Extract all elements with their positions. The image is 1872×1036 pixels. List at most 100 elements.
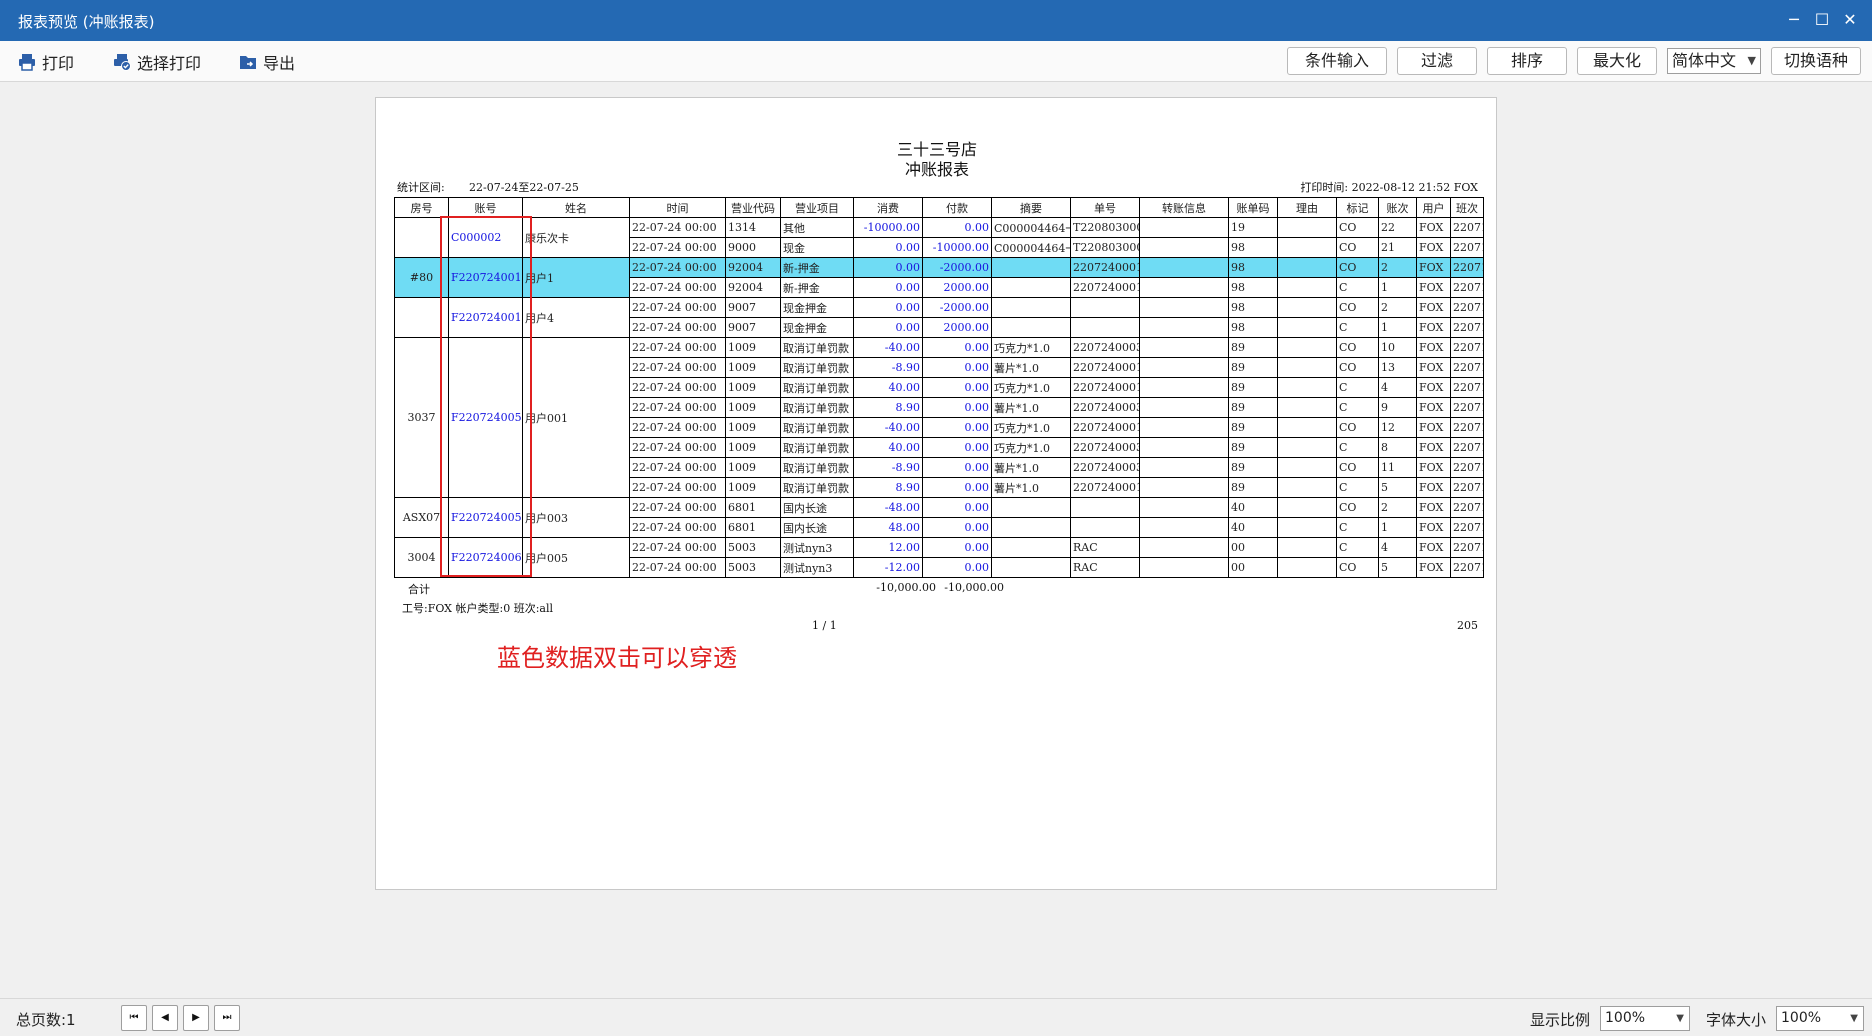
- print-button[interactable]: 打印: [18, 49, 74, 75]
- amount-link[interactable]: 0.00: [922, 397, 992, 418]
- condition-input-button[interactable]: 条件输入: [1287, 47, 1387, 75]
- amount-link[interactable]: 0.00: [922, 497, 992, 518]
- export-button[interactable]: 导出: [239, 49, 295, 75]
- table-cell: 22071: [1450, 497, 1484, 518]
- amount-link[interactable]: 0.00: [922, 377, 992, 398]
- close-icon[interactable]: ✕: [1838, 8, 1862, 32]
- amount-link[interactable]: 8.90: [853, 477, 923, 498]
- table-cell: C: [1336, 537, 1379, 558]
- table-cell: 取消订单罚款: [780, 457, 854, 478]
- amount-link[interactable]: -2000.00: [922, 297, 992, 318]
- amount-link[interactable]: 0.00: [853, 317, 923, 338]
- table-cell: [1070, 517, 1140, 538]
- amount-link[interactable]: 2000.00: [922, 277, 992, 298]
- amount-link[interactable]: 0.00: [922, 217, 992, 238]
- table-row[interactable]: #80 F2207240015 用户1 22-07-24 00:00 92004 新-押金…: [394, 257, 1484, 298]
- filter-button[interactable]: 过滤: [1397, 47, 1477, 75]
- table-cell: 1009: [725, 477, 781, 498]
- amount-link[interactable]: 0.00: [922, 417, 992, 438]
- minimize-icon[interactable]: ─: [1782, 8, 1806, 32]
- amount-link[interactable]: 0.00: [922, 477, 992, 498]
- amount-link[interactable]: 0.00: [922, 357, 992, 378]
- table-cell: [1139, 477, 1229, 498]
- amount-link[interactable]: -10000.00: [922, 237, 992, 258]
- table-cell: [1070, 297, 1140, 318]
- amount-link[interactable]: -40.00: [853, 337, 923, 358]
- table-cell: RAC: [1070, 557, 1140, 578]
- amount-link[interactable]: -10000.00: [853, 217, 923, 238]
- table-cell: [1139, 537, 1229, 558]
- next-page-button[interactable]: ▶: [183, 1005, 209, 1031]
- table-cell: 98: [1228, 277, 1278, 298]
- select-print-button[interactable]: 选择打印: [113, 49, 201, 75]
- table-cell: 2207240003: [1070, 437, 1140, 458]
- switch-language-button[interactable]: 切换语种: [1771, 47, 1861, 75]
- amount-link[interactable]: 40.00: [853, 437, 923, 458]
- table-cell: 其他: [780, 217, 854, 238]
- table-cell: [1139, 417, 1229, 438]
- font-size-select[interactable]: 100% ▼: [1776, 1006, 1864, 1031]
- table-cell: CO: [1336, 457, 1379, 478]
- table-cell: C: [1336, 397, 1379, 418]
- table-cell: 22071: [1450, 337, 1484, 358]
- table-cell: [1277, 297, 1337, 318]
- amount-link[interactable]: 0.00: [922, 557, 992, 578]
- window-title: 报表预览 (冲账报表): [18, 13, 155, 31]
- table-row[interactable]: C000002 康乐次卡 22-07-24 00:00 1314 其他 -10000.00…: [394, 217, 1484, 258]
- amount-link[interactable]: -8.90: [853, 357, 923, 378]
- table-cell: [1139, 297, 1229, 318]
- amount-link[interactable]: 48.00: [853, 517, 923, 538]
- amount-link[interactable]: 0.00: [853, 237, 923, 258]
- amount-link[interactable]: -48.00: [853, 497, 923, 518]
- table-cell: 11: [1378, 457, 1417, 478]
- font-size-value: 100%: [1781, 1010, 1822, 1026]
- amount-link[interactable]: 12.00: [853, 537, 923, 558]
- table-cell: [1277, 437, 1337, 458]
- status-bar: 总页数:1 ⏮ ◀ ▶ ⏭ 显示比例 100% ▼ 字体大小 100% ▼: [0, 998, 1872, 1036]
- table-cell: 22071: [1450, 297, 1484, 318]
- sort-button[interactable]: 排序: [1487, 47, 1567, 75]
- prev-page-icon: ◀: [161, 1012, 169, 1023]
- last-page-button[interactable]: ⏭: [214, 1005, 240, 1031]
- amount-link[interactable]: 0.00: [922, 337, 992, 358]
- amount-link[interactable]: 40.00: [853, 377, 923, 398]
- maximize-icon[interactable]: ☐: [1810, 8, 1834, 32]
- amount-link[interactable]: -2000.00: [922, 257, 992, 278]
- table-cell: FOX: [1416, 417, 1451, 438]
- chevron-down-icon: ▼: [1676, 1013, 1684, 1024]
- table-cell: FOX: [1416, 317, 1451, 338]
- table-row[interactable]: 3037 F2207240050 用户001 22-07-24 00:00 1009 取消…: [394, 337, 1484, 498]
- period-value: 22-07-24至22-07-25: [469, 181, 579, 194]
- prev-page-button[interactable]: ◀: [152, 1005, 178, 1031]
- table-cell: CO: [1336, 257, 1379, 278]
- table-cell: [1139, 257, 1229, 278]
- amount-link[interactable]: 0.00: [853, 257, 923, 278]
- amount-link[interactable]: 0.00: [922, 437, 992, 458]
- scale-select[interactable]: 100% ▼: [1600, 1006, 1690, 1031]
- table-cell: [991, 297, 1071, 318]
- table-cell: [1139, 557, 1229, 578]
- maximize-button[interactable]: 最大化: [1577, 47, 1657, 75]
- amount-link[interactable]: 8.90: [853, 397, 923, 418]
- language-select[interactable]: 简体中文 ▼: [1667, 48, 1761, 74]
- amount-link[interactable]: -8.90: [853, 457, 923, 478]
- column-header: 账单码: [1228, 197, 1278, 218]
- amount-link[interactable]: -12.00: [853, 557, 923, 578]
- amount-link[interactable]: 0.00: [922, 537, 992, 558]
- table-row[interactable]: ASX07 F2207240059 用户003 22-07-24 00:00 6801 国…: [394, 497, 1484, 538]
- column-header: 营业代码: [725, 197, 781, 218]
- table-cell: 2207240001: [1070, 417, 1140, 438]
- amount-link[interactable]: 0.00: [853, 277, 923, 298]
- table-row[interactable]: 3004 F2207240065 用户005 22-07-24 00:00 5003 测试…: [394, 537, 1484, 578]
- amount-link[interactable]: -40.00: [853, 417, 923, 438]
- amount-link[interactable]: 2000.00: [922, 317, 992, 338]
- amount-link[interactable]: 0.00: [853, 297, 923, 318]
- amount-link[interactable]: 0.00: [922, 517, 992, 538]
- table-cell: CO: [1336, 557, 1379, 578]
- amount-link[interactable]: 0.00: [922, 457, 992, 478]
- scale-value: 100%: [1605, 1010, 1646, 1026]
- first-page-button[interactable]: ⏮: [121, 1005, 147, 1031]
- table-cell: 98: [1228, 297, 1278, 318]
- table-row[interactable]: F2207240019 用户4 22-07-24 00:00 9007 现金押金 0.00…: [394, 297, 1484, 338]
- first-page-icon: ⏮: [129, 1012, 139, 1023]
